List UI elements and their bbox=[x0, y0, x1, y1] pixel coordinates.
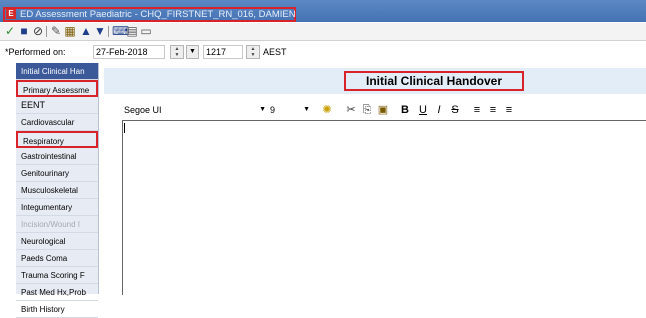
color-icon[interactable]: ✺ bbox=[320, 103, 334, 117]
sidebar-item-initial-clinical-handover[interactable]: Initial Clinical Han bbox=[16, 63, 98, 80]
performed-time-input[interactable]: 1217 bbox=[203, 45, 243, 59]
calculator-icon[interactable]: ▦ bbox=[64, 24, 76, 39]
align-center-icon[interactable]: ≡ bbox=[486, 103, 500, 117]
text-caret bbox=[124, 123, 125, 133]
sidebar-item-genitourinary[interactable]: Genitourinary bbox=[16, 165, 98, 182]
rich-text-editor[interactable] bbox=[122, 120, 646, 295]
keyboard-icon[interactable]: ⌨ bbox=[112, 24, 129, 39]
sidebar-item-birth-history[interactable]: Birth History bbox=[16, 301, 98, 318]
toolbar-separator bbox=[46, 26, 47, 37]
window-title: ED Assessment Paediatric - CHQ_FIRSTNET_… bbox=[20, 9, 296, 20]
strikethrough-button[interactable]: S bbox=[448, 103, 462, 117]
date-spinner[interactable]: ▲ ▼ bbox=[170, 45, 184, 59]
sidebar-item-primary-assessment[interactable]: Primary Assessme bbox=[16, 80, 98, 97]
sidebar-item-trauma-scoring[interactable]: Trauma Scoring F bbox=[16, 267, 98, 284]
sidebar-item-integumentary[interactable]: Integumentary bbox=[16, 199, 98, 216]
format-toolbar: Segoe UI ▼ 9 ▼ ✺ ✂ ⎘ ▣ B U I S ≡ ≡ ≡ bbox=[118, 101, 646, 119]
sidebar-item-past-med-hx[interactable]: Past Med Hx,Prob bbox=[16, 284, 98, 301]
paste-icon[interactable]: ▣ bbox=[376, 103, 390, 117]
toolbar-separator bbox=[108, 26, 109, 37]
sidebar-item-cardiovascular[interactable]: Cardiovascular bbox=[16, 114, 98, 131]
sidebar-item-eent[interactable]: EENT bbox=[16, 97, 98, 114]
sidebar-item-gastrointestinal[interactable]: Gastrointestinal bbox=[16, 148, 98, 165]
toolbar: ✓ ■ ⊘ ✎ ▦ ▲ ▼ ⌨ ▤ ▭ bbox=[0, 23, 646, 41]
italic-button[interactable]: I bbox=[432, 103, 446, 117]
up-arrow-icon[interactable]: ▲ bbox=[80, 24, 92, 39]
tools-icon[interactable]: ✎ bbox=[50, 24, 62, 39]
chevron-down-icon: ▼ bbox=[259, 106, 266, 113]
underline-button[interactable]: U bbox=[416, 103, 430, 117]
font-size-value: 9 bbox=[270, 105, 276, 115]
align-left-icon[interactable]: ≡ bbox=[470, 103, 484, 117]
cut-icon[interactable]: ✂ bbox=[344, 103, 358, 117]
main-content: Initial Clinical Handover Segoe UI ▼ 9 ▼… bbox=[104, 63, 646, 295]
time-spinner[interactable]: ▲ ▼ bbox=[246, 45, 260, 59]
sidebar: Initial Clinical Han Primary Assessme EE… bbox=[16, 63, 99, 318]
chevron-down-icon: ▼ bbox=[303, 106, 310, 113]
date-dropdown-button[interactable]: ▼ bbox=[186, 45, 199, 59]
sidebar-item-paeds-coma[interactable]: Paeds Coma bbox=[16, 250, 98, 267]
font-size-select[interactable]: 9 ▼ bbox=[270, 104, 310, 116]
copy-icon[interactable]: ⎘ bbox=[360, 103, 374, 117]
left-gutter bbox=[0, 63, 16, 294]
timezone-label: AEST bbox=[263, 47, 287, 57]
cancel-icon[interactable]: ⊘ bbox=[32, 24, 44, 39]
document-icon[interactable]: ▭ bbox=[140, 24, 152, 39]
section-title: Initial Clinical Handover bbox=[344, 71, 524, 91]
performed-on-label: *Performed on: bbox=[5, 47, 66, 57]
performed-date-input[interactable]: 27-Feb-2018 bbox=[93, 45, 165, 59]
app-icon: E bbox=[6, 9, 16, 19]
font-family-value: Segoe UI bbox=[124, 105, 162, 115]
sidebar-item-incision-wound: Incision/Wound I bbox=[16, 216, 98, 233]
align-right-icon[interactable]: ≡ bbox=[502, 103, 516, 117]
save-icon[interactable]: ■ bbox=[18, 24, 30, 39]
sidebar-item-neurological[interactable]: Neurological bbox=[16, 233, 98, 250]
font-family-select[interactable]: Segoe UI ▼ bbox=[124, 104, 266, 116]
sidebar-item-musculoskeletal[interactable]: Musculoskeletal bbox=[16, 182, 98, 199]
check-icon[interactable]: ✓ bbox=[4, 24, 16, 39]
down-arrow-icon[interactable]: ▼ bbox=[94, 24, 106, 39]
performed-on-row: *Performed on: 27-Feb-2018 ▲ ▼ ▼ 1217 ▲ ▼ … bbox=[0, 42, 646, 62]
bold-button[interactable]: B bbox=[398, 103, 412, 117]
sidebar-item-respiratory[interactable]: Respiratory bbox=[16, 131, 98, 148]
grid-icon[interactable]: ▤ bbox=[126, 24, 138, 39]
